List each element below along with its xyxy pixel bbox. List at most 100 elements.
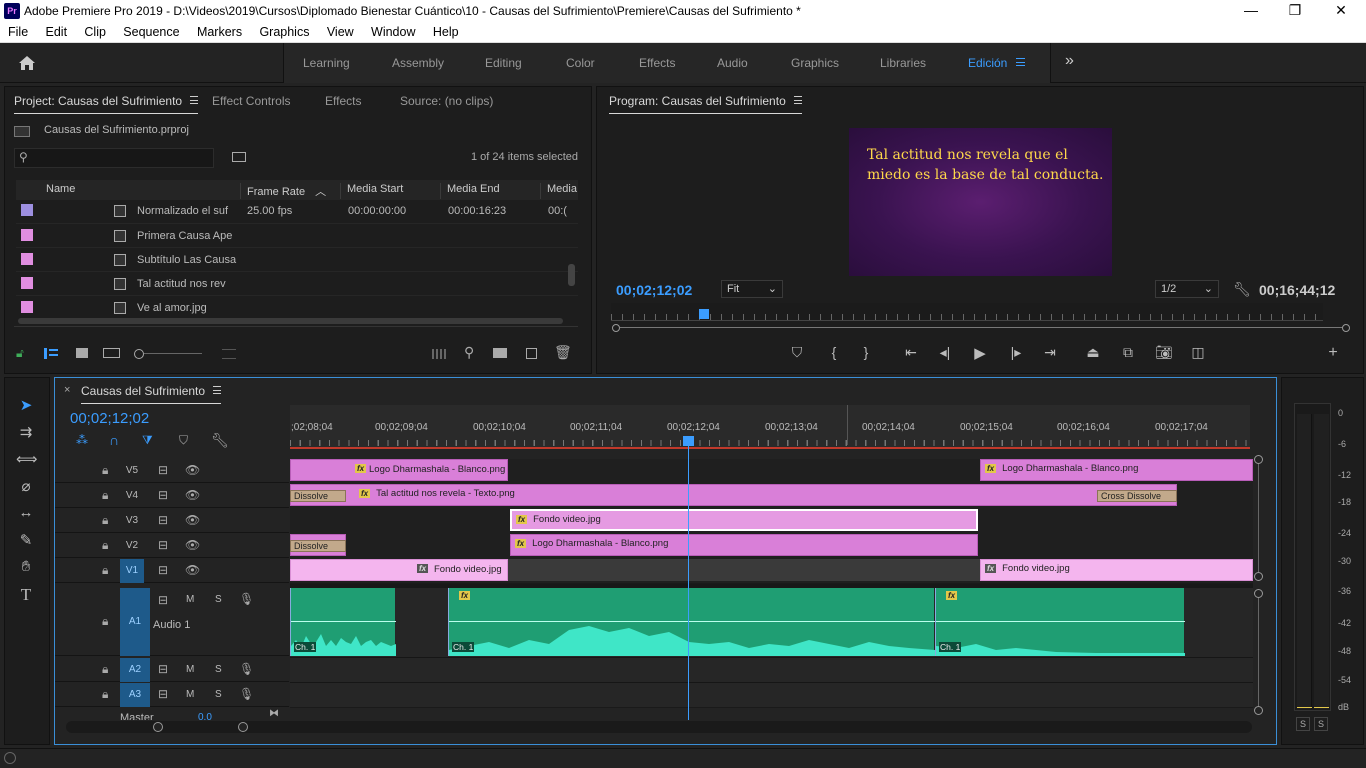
mark-out-icon[interactable]: } (856, 344, 876, 360)
clip-v2-logo[interactable]: fx Logo Dharmashala - Blanco.png (510, 534, 978, 556)
mute-button[interactable]: M (186, 689, 194, 700)
table-row[interactable]: Primera Causa Ape (16, 224, 578, 248)
sync-lock-icon[interactable]: ⊟ (158, 463, 168, 477)
workspace-assembly[interactable]: Assembly (392, 56, 444, 70)
go-to-out-icon[interactable]: ⇥ (1040, 344, 1060, 361)
zoom-slider[interactable] (144, 353, 202, 354)
menu-clip[interactable]: Clip (84, 23, 106, 39)
track-label[interactable]: V2 (120, 540, 144, 551)
track-header-a2[interactable]: 🔒︎ A2 ⊟ M S 🎙︎ (55, 658, 289, 682)
track-label[interactable]: A1 (120, 588, 150, 656)
snap-icon[interactable]: ∩ (109, 432, 119, 448)
track-header-a1[interactable]: 🔒︎ A1 ⊟ M S 🎙︎ Audio 1 (55, 588, 289, 656)
column-name[interactable]: Name (40, 183, 240, 199)
track-label[interactable]: V3 (120, 515, 144, 526)
video-scroll-handle-bottom[interactable] (1254, 572, 1263, 581)
project-search-input[interactable] (35, 151, 210, 165)
lock-icon[interactable]: 🔒︎ (102, 538, 108, 553)
mute-button[interactable]: M (186, 664, 194, 675)
lock-icon[interactable]: 🔓︎ (16, 346, 24, 361)
vertical-scrollbar[interactable] (568, 264, 575, 286)
zoom-slider-handle[interactable] (134, 349, 144, 359)
workspace-color[interactable]: Color (566, 56, 595, 70)
resolution-select[interactable]: 1/2 ⌄ (1155, 280, 1219, 298)
video-vertical-scrollbar[interactable] (1258, 464, 1259, 572)
workspace-libraries[interactable]: Libraries (880, 56, 926, 70)
sync-lock-icon[interactable]: ⊟ (158, 593, 168, 607)
monitor-time-ruler[interactable] (611, 303, 1323, 321)
track-header-v5[interactable]: 🔒︎ V5 ⊟ 👁︎ (55, 459, 289, 483)
type-tool-icon[interactable]: T (16, 585, 36, 605)
microphone-icon[interactable]: 🎙︎ (239, 592, 254, 606)
tab-effects[interactable]: Effects (325, 94, 361, 108)
lock-icon[interactable]: 🔒︎ (102, 687, 108, 702)
sort-icons-icon[interactable] (222, 349, 236, 359)
track-header-v3[interactable]: 🔒︎ V3 ⊟ 👁︎ (55, 509, 289, 533)
hand-tool-icon[interactable]: ✋︎ (16, 558, 36, 578)
new-item-icon[interactable] (526, 348, 537, 359)
track-select-tool-icon[interactable]: ⇉ (16, 423, 36, 443)
menu-view[interactable]: View (327, 23, 354, 39)
track-header-v1[interactable]: 🔒︎ V1 ⊟ 👁︎ (55, 559, 289, 583)
button-editor-icon[interactable]: + (1323, 344, 1343, 362)
horizontal-scrollbar[interactable] (18, 318, 563, 324)
tab-program[interactable]: Program: Causas del Sufrimiento (609, 94, 802, 114)
eye-icon[interactable]: 👁︎ (185, 513, 200, 527)
sync-lock-icon[interactable]: ⊟ (158, 488, 168, 502)
close-button[interactable]: ✕ (1318, 2, 1364, 19)
tab-project[interactable]: Project: Causas del Sufrimiento (14, 94, 199, 114)
find-icon[interactable]: ⚲ (464, 344, 474, 361)
trash-icon[interactable]: 🗑︎ (554, 344, 572, 361)
workspace-menu-icon[interactable] (1016, 58, 1025, 66)
solo-button[interactable]: S (215, 594, 222, 605)
minimize-button[interactable]: — (1228, 2, 1274, 18)
column-media-end[interactable]: Media End (440, 183, 540, 199)
freeform-view-icon[interactable] (103, 348, 120, 358)
workspace-learning[interactable]: Learning (303, 56, 350, 70)
lock-icon[interactable]: 🔒︎ (102, 488, 108, 503)
pen-tool-icon[interactable]: ✎ (16, 531, 36, 551)
track-header-a3[interactable]: 🔒︎ A3 ⊟ M S 🎙︎ (55, 683, 289, 707)
lock-icon[interactable]: 🔒︎ (102, 513, 108, 528)
transition-dissolve[interactable]: Dissolve (290, 490, 346, 502)
lock-icon[interactable]: 🔒︎ (102, 463, 108, 478)
menu-help[interactable]: Help (433, 23, 459, 39)
wrench-icon[interactable]: 🔧︎ (1233, 281, 1251, 298)
slip-tool-icon[interactable]: ↔ (16, 504, 36, 524)
panel-menu-icon[interactable] (190, 96, 199, 104)
tab-sequence[interactable]: Causas del Sufrimiento (81, 384, 222, 404)
transition-cross-dissolve[interactable]: Cross Dissolve (1097, 490, 1177, 502)
sync-lock-icon[interactable]: ⊟ (158, 538, 168, 552)
razor-tool-icon[interactable]: ⌀ (16, 477, 36, 497)
solo-button[interactable]: S (215, 664, 222, 675)
comparison-view-icon[interactable]: ◫ (1188, 344, 1208, 361)
go-to-in-icon[interactable]: ⇤ (901, 344, 921, 361)
track-header-master[interactable]: Master 0.0 ⧓ (55, 708, 289, 720)
workspace-graphics[interactable]: Graphics (791, 56, 839, 70)
audio-scroll-handle-bottom[interactable] (1254, 706, 1263, 715)
master-volume[interactable]: 0.0 (198, 712, 212, 720)
sync-lock-icon[interactable]: ⊟ (158, 513, 168, 527)
sync-lock-icon[interactable]: ⊟ (158, 563, 168, 577)
timeline-timecode[interactable]: 00;02;12;02 (70, 410, 149, 427)
clip-v1-fondo-1[interactable]: fx Fondo video.jpg (290, 559, 508, 581)
eye-icon[interactable]: 👁︎ (185, 563, 200, 577)
table-row[interactable]: Ve al amor.jpg (16, 296, 578, 320)
mute-button[interactable]: M (186, 594, 194, 605)
workspace-effects[interactable]: Effects (639, 56, 675, 70)
track-label[interactable]: A3 (120, 683, 150, 707)
monitor-zoom-scrollbar[interactable] (620, 327, 1342, 328)
clip-v5-logo-2[interactable]: fx Logo Dharmashala - Blanco.png (980, 459, 1253, 481)
clip-v1-fondo-2[interactable]: fx Fondo video.jpg (980, 559, 1253, 581)
track-label[interactable]: V4 (120, 490, 144, 501)
table-row[interactable]: Tal actitud nos rev (16, 272, 578, 296)
tab-effect-controls[interactable]: Effect Controls (212, 94, 290, 108)
monitor-playhead[interactable] (699, 309, 709, 319)
audio-vertical-scrollbar[interactable] (1258, 598, 1259, 706)
table-row[interactable]: Subtítulo Las Causa (16, 248, 578, 272)
transition-dissolve[interactable]: Dissolve (290, 540, 346, 552)
add-marker-icon[interactable]: ⛉ (787, 344, 807, 361)
selection-tool-icon[interactable]: ➤ (16, 396, 36, 416)
extract-icon[interactable]: ⧉ (1118, 344, 1138, 361)
home-icon[interactable] (18, 55, 36, 71)
